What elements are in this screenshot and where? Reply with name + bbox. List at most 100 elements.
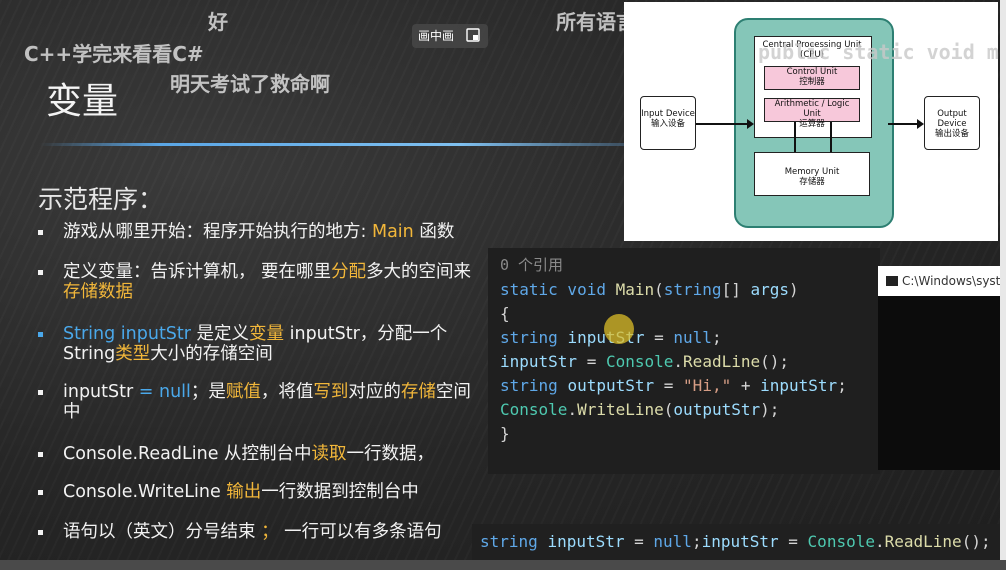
reference-count: 0 个引用	[500, 256, 564, 274]
slide-title: 变量	[46, 81, 119, 122]
text-span: "Hi,"	[683, 376, 732, 395]
danmaku-comment: C++学完来看看C#	[24, 42, 204, 66]
text-span: WriteLine	[577, 400, 664, 419]
text-span: ，将值	[260, 382, 314, 402]
title-divider	[40, 143, 640, 146]
bottom-bar	[0, 560, 1006, 570]
pip-label: 画中画	[418, 29, 455, 43]
text-span: 输出	[226, 482, 262, 502]
console-title: C:\Windows\system	[902, 274, 1006, 288]
text-span: string	[500, 328, 568, 347]
text-span: inputStr	[63, 382, 139, 402]
text-span: 对应的	[348, 382, 401, 402]
text-span: null	[673, 328, 712, 347]
memory-unit-cn-label: 存储器	[799, 177, 825, 187]
memory-unit-label: Memory Unit	[784, 167, 840, 177]
bullet-text: inputStr = null；是赋值，将值写到对应的存储空间中	[63, 382, 483, 422]
code-line: inputStr = Console.ReadLine();	[500, 352, 789, 371]
bullet-marker	[38, 530, 43, 535]
bullet-marker	[38, 332, 43, 337]
text-span: ；	[261, 522, 279, 542]
alu-label: Arithmetic / Logic Unit	[774, 99, 850, 119]
input-device-box: Input Device 输入设备	[640, 96, 696, 150]
control-unit-box: Control Unit 控制器	[764, 66, 860, 90]
code-line: static void Main(string[] args)	[500, 280, 799, 299]
text-span: 类型	[115, 344, 151, 364]
bullet-marker	[38, 270, 43, 275]
bullet-marker	[38, 230, 43, 235]
text-span: 定义变量：告诉计算机， 要在哪里	[63, 262, 332, 282]
input-device-label: Input Device	[641, 109, 695, 119]
bullet-marker	[38, 452, 43, 457]
bullet-text: String inputStr 是定义变量 inputStr，分配一个Strin…	[63, 324, 483, 364]
pip-icon	[466, 28, 480, 42]
text-span: string	[500, 376, 568, 395]
text-span: {	[500, 304, 510, 323]
text-span: 是定义	[196, 324, 250, 344]
text-span: =	[778, 532, 808, 551]
text-span: Console	[605, 352, 674, 371]
text-span: 存储数据	[63, 282, 133, 302]
output-device-box: Output Device 输出设备	[924, 96, 980, 150]
text-span: Console.WriteLine	[63, 482, 227, 502]
text-span: Main	[371, 222, 414, 242]
text-span: Console.ReadLine 从控制台中	[63, 444, 312, 464]
window-edge	[1000, 0, 1006, 570]
text-span: Main	[615, 280, 655, 299]
danmaku-comment: public static void m	[758, 40, 999, 64]
text-span: ;	[691, 532, 702, 551]
text-span: 写到	[313, 382, 349, 402]
text-span: ReadLine	[683, 352, 761, 371]
text-span: 语句以（英文）分号结束	[63, 522, 262, 542]
text-span: 存储	[400, 382, 436, 402]
output-device-label: Output Device	[937, 109, 967, 129]
text-span: 一行可以有多条语句	[278, 522, 442, 542]
cpu-diagram: Central Processing Unit (CPU) Control Un…	[624, 2, 999, 241]
text-span: = null	[138, 382, 191, 402]
mouse-cursor-highlight	[604, 314, 634, 344]
bottom-code-line: string inputStr = null;inputStr = Consol…	[480, 532, 991, 551]
bullet-text: Console.ReadLine 从控制台中读取一行数据，	[63, 444, 483, 464]
text-span: )	[789, 280, 799, 299]
code-line: Console.WriteLine(outputStr);	[500, 400, 779, 419]
text-span: =	[654, 376, 684, 395]
output-device-cn-label: 输出设备	[934, 129, 969, 139]
code-line: string outputStr = "Hi," + inputStr;	[500, 376, 847, 395]
text-span: =	[644, 328, 674, 347]
text-span: inputStr	[760, 376, 838, 395]
picture-in-picture-button[interactable]: 画中画	[412, 24, 488, 48]
text-span: 函数	[413, 222, 455, 242]
text-span: 大小的存储空间	[150, 344, 273, 364]
text-span: ;	[837, 376, 847, 395]
text-span: 一行数据到控制台中	[261, 482, 419, 502]
memory-link-left	[794, 122, 796, 152]
text-span: ReadLine	[884, 532, 962, 551]
text-span: 读取	[311, 444, 347, 464]
text-span: }	[500, 424, 510, 443]
text-span: +	[731, 376, 761, 395]
text-span: (	[663, 400, 674, 419]
text-span: 变量	[249, 324, 285, 344]
code-line: {	[500, 304, 510, 323]
text-span: string	[480, 532, 548, 551]
control-unit-cn-label: 控制器	[799, 77, 825, 87]
text-span: ();	[961, 532, 991, 551]
console-title-bar[interactable]: C:\Windows\system	[878, 266, 1006, 296]
text-span: outputStr	[567, 376, 655, 395]
text-span: 分配	[331, 262, 367, 282]
console-window[interactable]: C:\Windows\system	[878, 266, 1006, 470]
output-arrow	[888, 119, 924, 129]
text-span: 游戏从哪里开始：程序开始执行的地方:	[63, 222, 372, 242]
alu-cn-label: 运算器	[799, 119, 825, 129]
text-span: string	[663, 280, 722, 299]
text-span: Console	[807, 532, 875, 551]
input-arrow	[696, 119, 754, 129]
bullet-marker	[38, 490, 43, 495]
text-span: inputStr	[547, 532, 625, 551]
memory-unit-box: Memory Unit 存储器	[754, 152, 870, 196]
text-span: =	[624, 532, 654, 551]
text-span: null	[653, 532, 692, 551]
control-unit-label: Control Unit	[786, 67, 838, 77]
text-span: String inputStr	[63, 324, 197, 344]
danmaku-comment: 好	[208, 10, 228, 34]
